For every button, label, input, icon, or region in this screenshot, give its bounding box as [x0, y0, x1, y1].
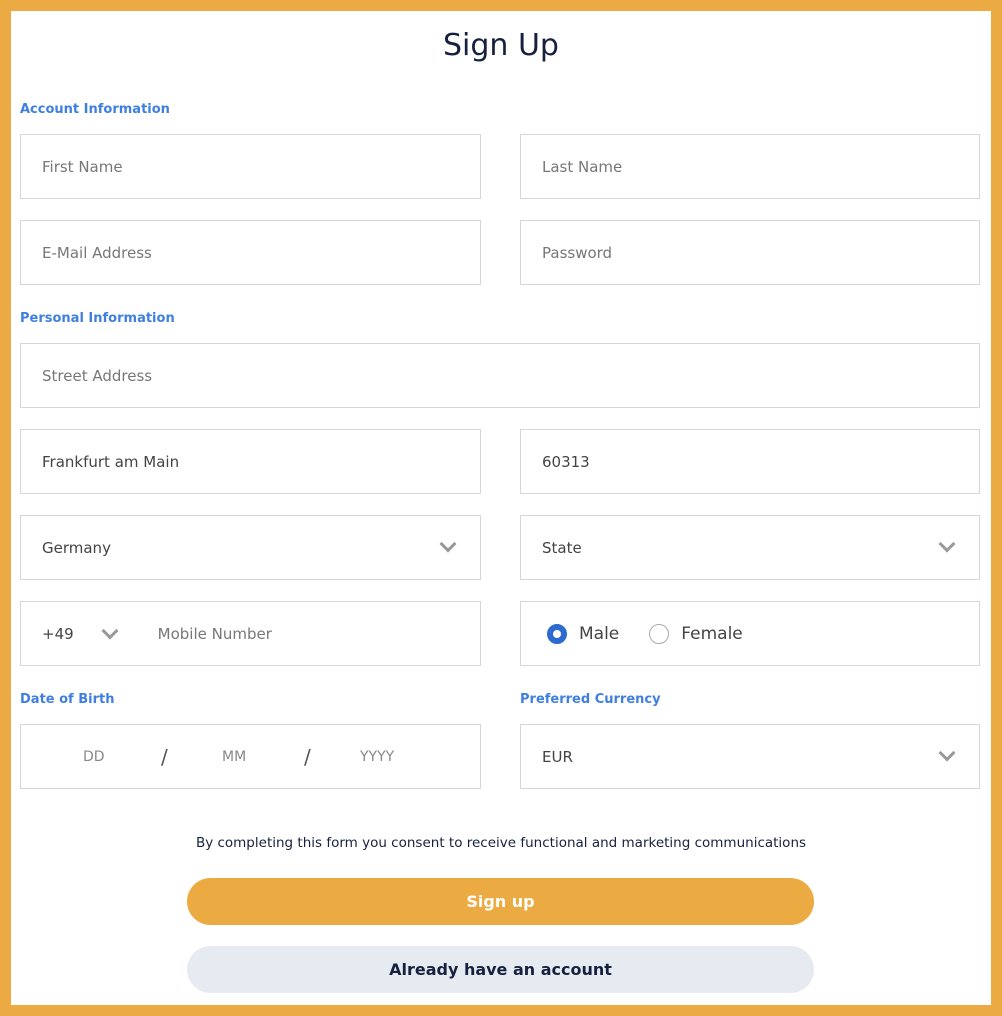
chevron-down-icon: [938, 744, 956, 762]
city-input[interactable]: Frankfurt am Main: [20, 429, 481, 494]
date-separator: /: [161, 744, 168, 769]
phone-field: +49 Mobile Number: [20, 601, 481, 666]
first-name-input[interactable]: First Name: [20, 134, 481, 199]
chevron-down-icon[interactable]: [101, 622, 119, 639]
password-input[interactable]: Password: [520, 220, 980, 285]
currency-value: EUR: [542, 747, 573, 766]
month-input[interactable]: MM: [222, 749, 246, 765]
gender-radio-group: Male Female: [520, 601, 980, 666]
chevron-down-icon: [439, 535, 457, 553]
country-select[interactable]: Germany: [20, 515, 481, 580]
date-separator: /: [304, 744, 311, 769]
phone-code-select[interactable]: +49: [42, 625, 74, 643]
female-radio[interactable]: [649, 623, 670, 644]
zip-input[interactable]: 60313: [520, 429, 980, 494]
last-name-input[interactable]: Last Name: [520, 134, 980, 199]
date-of-birth-label: Date of Birth: [20, 692, 115, 707]
year-input[interactable]: YYYY: [360, 749, 394, 765]
currency-select[interactable]: EUR: [520, 724, 980, 789]
country-value: Germany: [42, 538, 111, 557]
male-radio[interactable]: [547, 623, 567, 644]
page-title: Sign Up: [443, 28, 559, 63]
chevron-down-icon: [938, 535, 956, 553]
street-address-input[interactable]: Street Address: [20, 343, 980, 408]
section-account-information: Account Information: [20, 102, 170, 117]
day-input[interactable]: DD: [83, 749, 105, 765]
email-input[interactable]: E-Mail Address: [20, 220, 481, 285]
section-personal-information: Personal Information: [20, 311, 175, 326]
preferred-currency-label: Preferred Currency: [520, 692, 661, 707]
date-of-birth-field: DD / MM / YYYY: [20, 724, 481, 789]
female-label[interactable]: Female: [681, 624, 742, 644]
mobile-number-input[interactable]: Mobile Number: [158, 625, 272, 643]
consent-text: By completing this form you consent to r…: [195, 835, 807, 851]
sign-up-button[interactable]: Sign up: [187, 878, 814, 925]
already-have-account-button[interactable]: Already have an account: [187, 946, 814, 993]
male-label[interactable]: Male: [579, 624, 619, 644]
state-select[interactable]: State: [520, 515, 980, 580]
state-placeholder: State: [542, 538, 582, 557]
